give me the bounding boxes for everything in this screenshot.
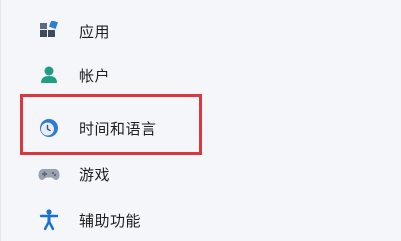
- nav-item-label: 应用: [79, 22, 111, 41]
- nav-item-gaming[interactable]: 游戏: [31, 154, 361, 194]
- accessibility-icon: [37, 208, 61, 232]
- apps-icon: [37, 19, 61, 43]
- account-icon: [37, 63, 61, 87]
- nav-item-label: 帐户: [79, 66, 111, 85]
- nav-item-label: 辅助功能: [79, 211, 142, 230]
- settings-sidebar-frame: 应用 帐户 时间和语言 游戏 辅助功能: [0, 0, 401, 241]
- nav-item-accounts[interactable]: 帐户: [31, 55, 361, 95]
- nav-item-apps[interactable]: 应用: [31, 11, 361, 51]
- highlight-box: [20, 94, 202, 155]
- gamepad-icon: [37, 162, 61, 186]
- nav-item-accessibility[interactable]: 辅助功能: [31, 200, 361, 240]
- nav-item-label: 游戏: [79, 165, 111, 184]
